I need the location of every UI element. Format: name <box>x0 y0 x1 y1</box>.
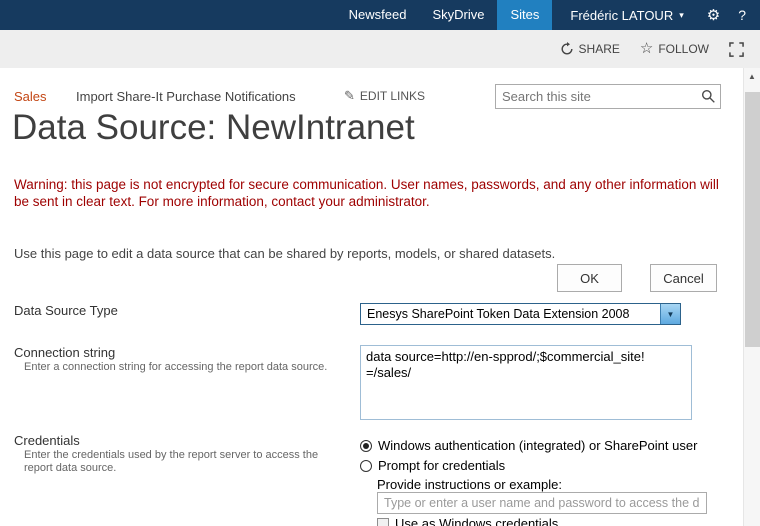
nav-skydrive[interactable]: SkyDrive <box>419 0 497 30</box>
share-label: SHARE <box>579 42 620 56</box>
scrollbar-up-icon[interactable]: ▲ <box>744 68 760 85</box>
checkbox-icon[interactable] <box>377 518 389 526</box>
nav-newsfeed[interactable]: Newsfeed <box>336 0 420 30</box>
data-source-type-label: Data Source Type <box>14 303 118 318</box>
instructions-input[interactable] <box>377 492 707 514</box>
vertical-scrollbar: ▲ <box>743 68 760 526</box>
focus-mode-button[interactable] <box>729 42 744 57</box>
focus-icon <box>729 42 744 57</box>
page-title: Data Source: NewIntranet <box>12 108 415 148</box>
gear-icon[interactable]: ⚙ <box>698 6 729 24</box>
sharepoint-page: Newsfeed SkyDrive Sites Frédéric LATOUR … <box>0 0 760 526</box>
use-windows-credentials-label: Use as Windows credentials <box>395 516 558 526</box>
radio-selected-icon[interactable] <box>360 440 372 452</box>
edit-links-label: EDIT LINKS <box>360 89 425 103</box>
radio-windows-authentication-label: Windows authentication (integrated) or S… <box>378 438 697 453</box>
credentials-label: Credentials <box>14 433 80 448</box>
radio-prompt-credentials[interactable]: Prompt for credentials <box>360 458 505 473</box>
chevron-down-icon: ▾ <box>679 10 684 21</box>
site-search <box>495 84 721 109</box>
help-icon[interactable]: ? <box>729 7 760 23</box>
connection-string-description: Enter a connection string for accessing … <box>24 361 344 374</box>
follow-button[interactable]: ☆ FOLLOW <box>640 42 709 56</box>
use-windows-credentials-option[interactable]: Use as Windows credentials <box>377 516 558 526</box>
provide-instructions-label: Provide instructions or example: <box>377 477 562 492</box>
scrollbar-thumb[interactable] <box>745 92 760 347</box>
radio-unselected-icon[interactable] <box>360 460 372 472</box>
follow-label: FOLLOW <box>658 42 709 56</box>
share-icon <box>560 42 574 56</box>
pencil-icon: ✎ <box>344 88 355 104</box>
suite-nav: Newsfeed SkyDrive Sites <box>336 0 553 30</box>
radio-windows-authentication[interactable]: Windows authentication (integrated) or S… <box>360 438 697 453</box>
site-link-sales[interactable]: Sales <box>14 89 47 104</box>
nav-sites[interactable]: Sites <box>497 0 552 30</box>
topnav-page-link[interactable]: Import Share-It Purchase Notifications <box>76 89 296 104</box>
credentials-description: Enter the credentials used by the report… <box>24 449 346 475</box>
radio-prompt-credentials-label: Prompt for credentials <box>378 458 505 473</box>
search-icon[interactable] <box>696 89 720 104</box>
search-input[interactable] <box>496 87 696 106</box>
data-source-type-value: Enesys SharePoint Token Data Extension 2… <box>361 304 660 324</box>
data-source-type-select[interactable]: Enesys SharePoint Token Data Extension 2… <box>360 303 681 325</box>
ok-button[interactable]: OK <box>557 264 622 292</box>
page-description: Use this page to edit a data source that… <box>14 246 555 261</box>
security-warning-text: Warning: this page is not encrypted for … <box>14 176 728 210</box>
edit-links-button[interactable]: ✎ EDIT LINKS <box>344 88 425 104</box>
cancel-button[interactable]: Cancel <box>650 264 717 292</box>
suite-bar: Newsfeed SkyDrive Sites Frédéric LATOUR … <box>0 0 760 30</box>
connection-string-label: Connection string <box>14 345 115 360</box>
select-dropdown-icon[interactable]: ▼ <box>660 304 680 324</box>
user-menu[interactable]: Frédéric LATOUR ▾ <box>552 8 697 23</box>
star-icon: ☆ <box>640 43 653 55</box>
ribbon-bar: SHARE ☆ FOLLOW <box>0 30 760 68</box>
share-button[interactable]: SHARE <box>560 42 620 56</box>
user-name: Frédéric LATOUR <box>570 8 673 23</box>
connection-string-textarea[interactable]: data source=http://en-spprod/;$commercia… <box>360 345 692 420</box>
